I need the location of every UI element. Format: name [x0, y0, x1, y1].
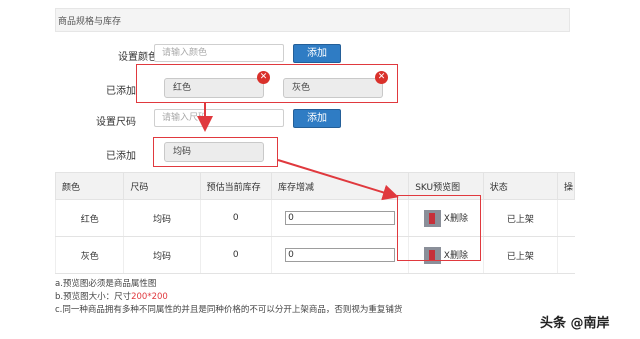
- note-a: a.预览图必须是商品属性图: [55, 279, 157, 289]
- watermark: 头条 @南岸: [540, 316, 610, 331]
- note-c: c.同一种商品拥有多种不同属性的并且是同种价格的不可以分开上架商品，否则视为重复…: [55, 305, 403, 315]
- arrow-sizes-to-preview: [277, 159, 399, 201]
- note-b-value: 200*200: [131, 292, 168, 302]
- note-b-prefix: b.预览图大小：尺寸: [55, 292, 132, 302]
- notes: a.预览图必须是商品属性图 b.预览图大小：尺寸200*200 c.同一种商品拥…: [55, 278, 402, 317]
- note-b: b.预览图大小：尺寸200*200: [55, 291, 402, 304]
